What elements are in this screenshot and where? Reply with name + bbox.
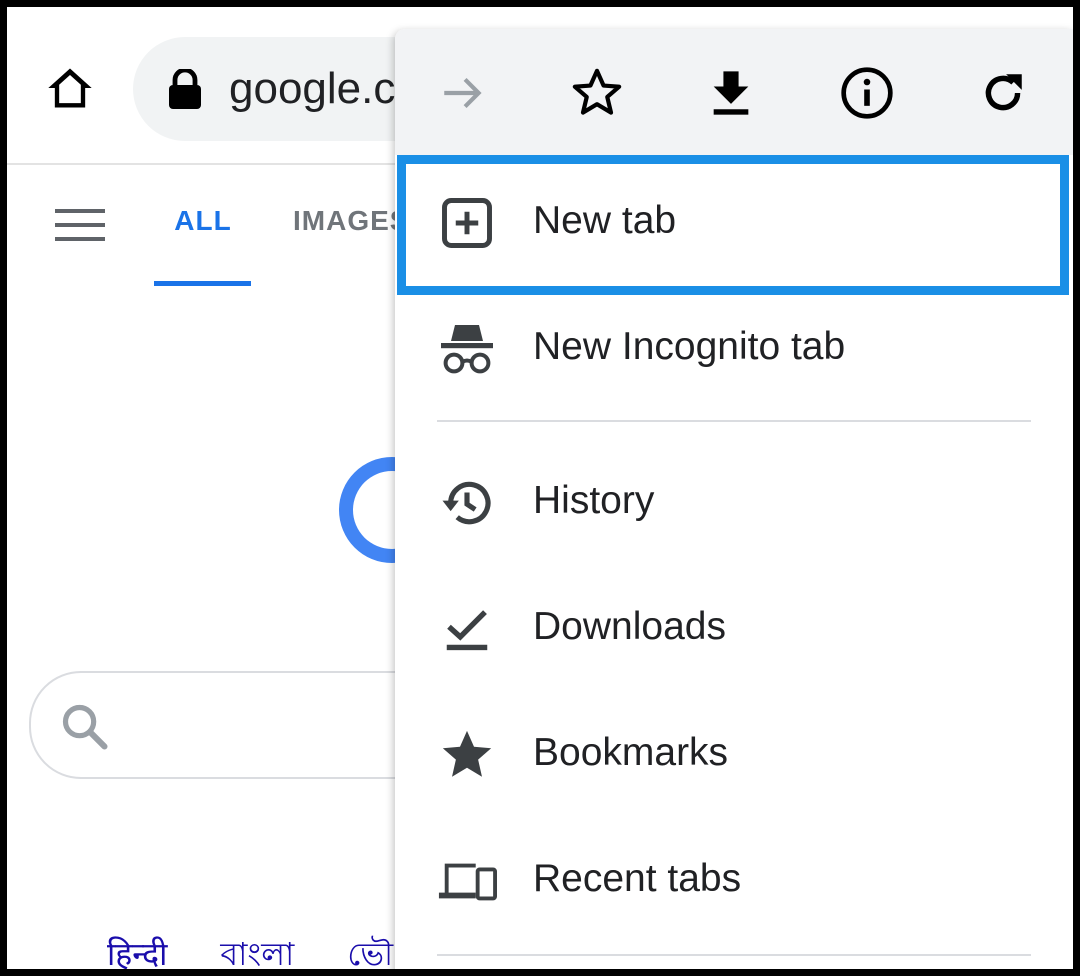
info-icon (841, 67, 893, 119)
overflow-menu: New tab New Incognito tab History Downlo… (395, 29, 1073, 969)
menu-divider (437, 420, 1031, 422)
menu-item-icon (437, 853, 497, 909)
star-filled-icon (442, 730, 492, 777)
home-button[interactable] (37, 55, 103, 121)
refresh-button[interactable] (973, 63, 1033, 123)
page-info-button[interactable] (837, 63, 897, 123)
menu-item-icon (437, 727, 497, 783)
menu-item-icon (437, 195, 497, 251)
menu-item-downloads[interactable]: Downloads (395, 565, 1073, 691)
menu-item-label: Bookmarks (533, 731, 729, 774)
language-links: हिन्दी বাংলা ভৌ (107, 929, 437, 969)
menu-item-label: New Incognito tab (533, 325, 846, 368)
forward-button[interactable] (433, 63, 493, 123)
history-icon (442, 481, 491, 525)
hamburger-menu-icon[interactable] (55, 207, 105, 243)
menu-item-recent-tabs[interactable]: Recent tabs (395, 817, 1073, 943)
language-link-bengali[interactable]: বাংলা (220, 936, 294, 969)
lock-icon (169, 69, 201, 109)
menu-item-label: Recent tabs (533, 857, 742, 900)
menu-item-label: Downloads (533, 605, 726, 648)
language-link-other[interactable]: ভৌ (347, 936, 393, 969)
menu-item-history[interactable]: History (395, 439, 1073, 565)
refresh-icon (985, 74, 1022, 111)
download-icon (713, 71, 749, 115)
menu-item-new-incognito-tab[interactable]: New Incognito tab (395, 285, 1073, 411)
menu-item-icon (437, 601, 497, 657)
bookmark-page-button[interactable] (567, 63, 627, 123)
screen-frame: google.co ALL IMAGES हिन्दी বাংলা ভৌ New… (0, 0, 1080, 976)
menu-item-bookmarks[interactable]: Bookmarks (395, 691, 1073, 817)
new-tab-icon (442, 198, 492, 248)
menu-item-label: History (533, 479, 655, 522)
menu-divider (437, 954, 1031, 956)
menu-item-label: New tab (533, 199, 677, 242)
language-link-hindi[interactable]: हिन्दी (107, 936, 167, 969)
devices-icon (438, 863, 497, 901)
search-icon (62, 704, 108, 750)
active-tab-indicator (154, 281, 251, 286)
menu-item-icon (437, 321, 497, 377)
star-outline-icon (572, 68, 622, 115)
menu-item-new-tab[interactable]: New tab (395, 155, 1073, 281)
menu-item-icon (437, 475, 497, 531)
home-icon (48, 68, 92, 108)
incognito-icon (441, 325, 493, 374)
menu-icon-toolbar (395, 29, 1073, 155)
downloads-check-icon (446, 610, 488, 651)
tab-images[interactable]: IMAGES (293, 205, 409, 237)
tab-all[interactable]: ALL (155, 205, 251, 237)
forward-icon (444, 77, 482, 109)
url-text: google.co (229, 64, 420, 113)
download-page-button[interactable] (701, 63, 761, 123)
